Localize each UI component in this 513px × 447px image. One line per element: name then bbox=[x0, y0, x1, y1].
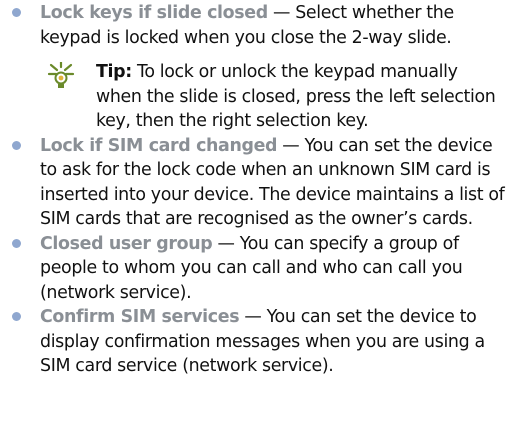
tip-box: Tip: To lock or unlock the keypad manual… bbox=[0, 60, 513, 134]
bullet bbox=[12, 312, 21, 321]
list-item-lock-sim: Lock if SIM card changed — You can set t… bbox=[0, 134, 513, 232]
manual-page: Lock keys if slide closed — Select wheth… bbox=[0, 0, 513, 447]
term-confirm-sim: Confirm SIM services bbox=[40, 307, 240, 327]
term-closed-user-group: Closed user group bbox=[40, 233, 213, 254]
list-item-confirm-sim: Confirm SIM services — You can set the d… bbox=[0, 305, 513, 379]
tip-label: Tip: bbox=[96, 62, 132, 82]
lightbulb-icon bbox=[46, 60, 84, 92]
list-item-lock-keys: Lock keys if slide closed — Select wheth… bbox=[0, 1, 513, 50]
term-lock-keys: Lock keys if slide closed bbox=[40, 3, 268, 23]
bullet bbox=[12, 8, 21, 17]
bullet bbox=[12, 140, 21, 150]
bullet bbox=[12, 238, 21, 248]
list-item-closed-user-group: Closed user group — You can specify a gr… bbox=[0, 232, 513, 306]
term-lock-sim: Lock if SIM card changed bbox=[40, 135, 278, 156]
tip-text: To lock or unlock the keypad manually wh… bbox=[96, 62, 496, 131]
